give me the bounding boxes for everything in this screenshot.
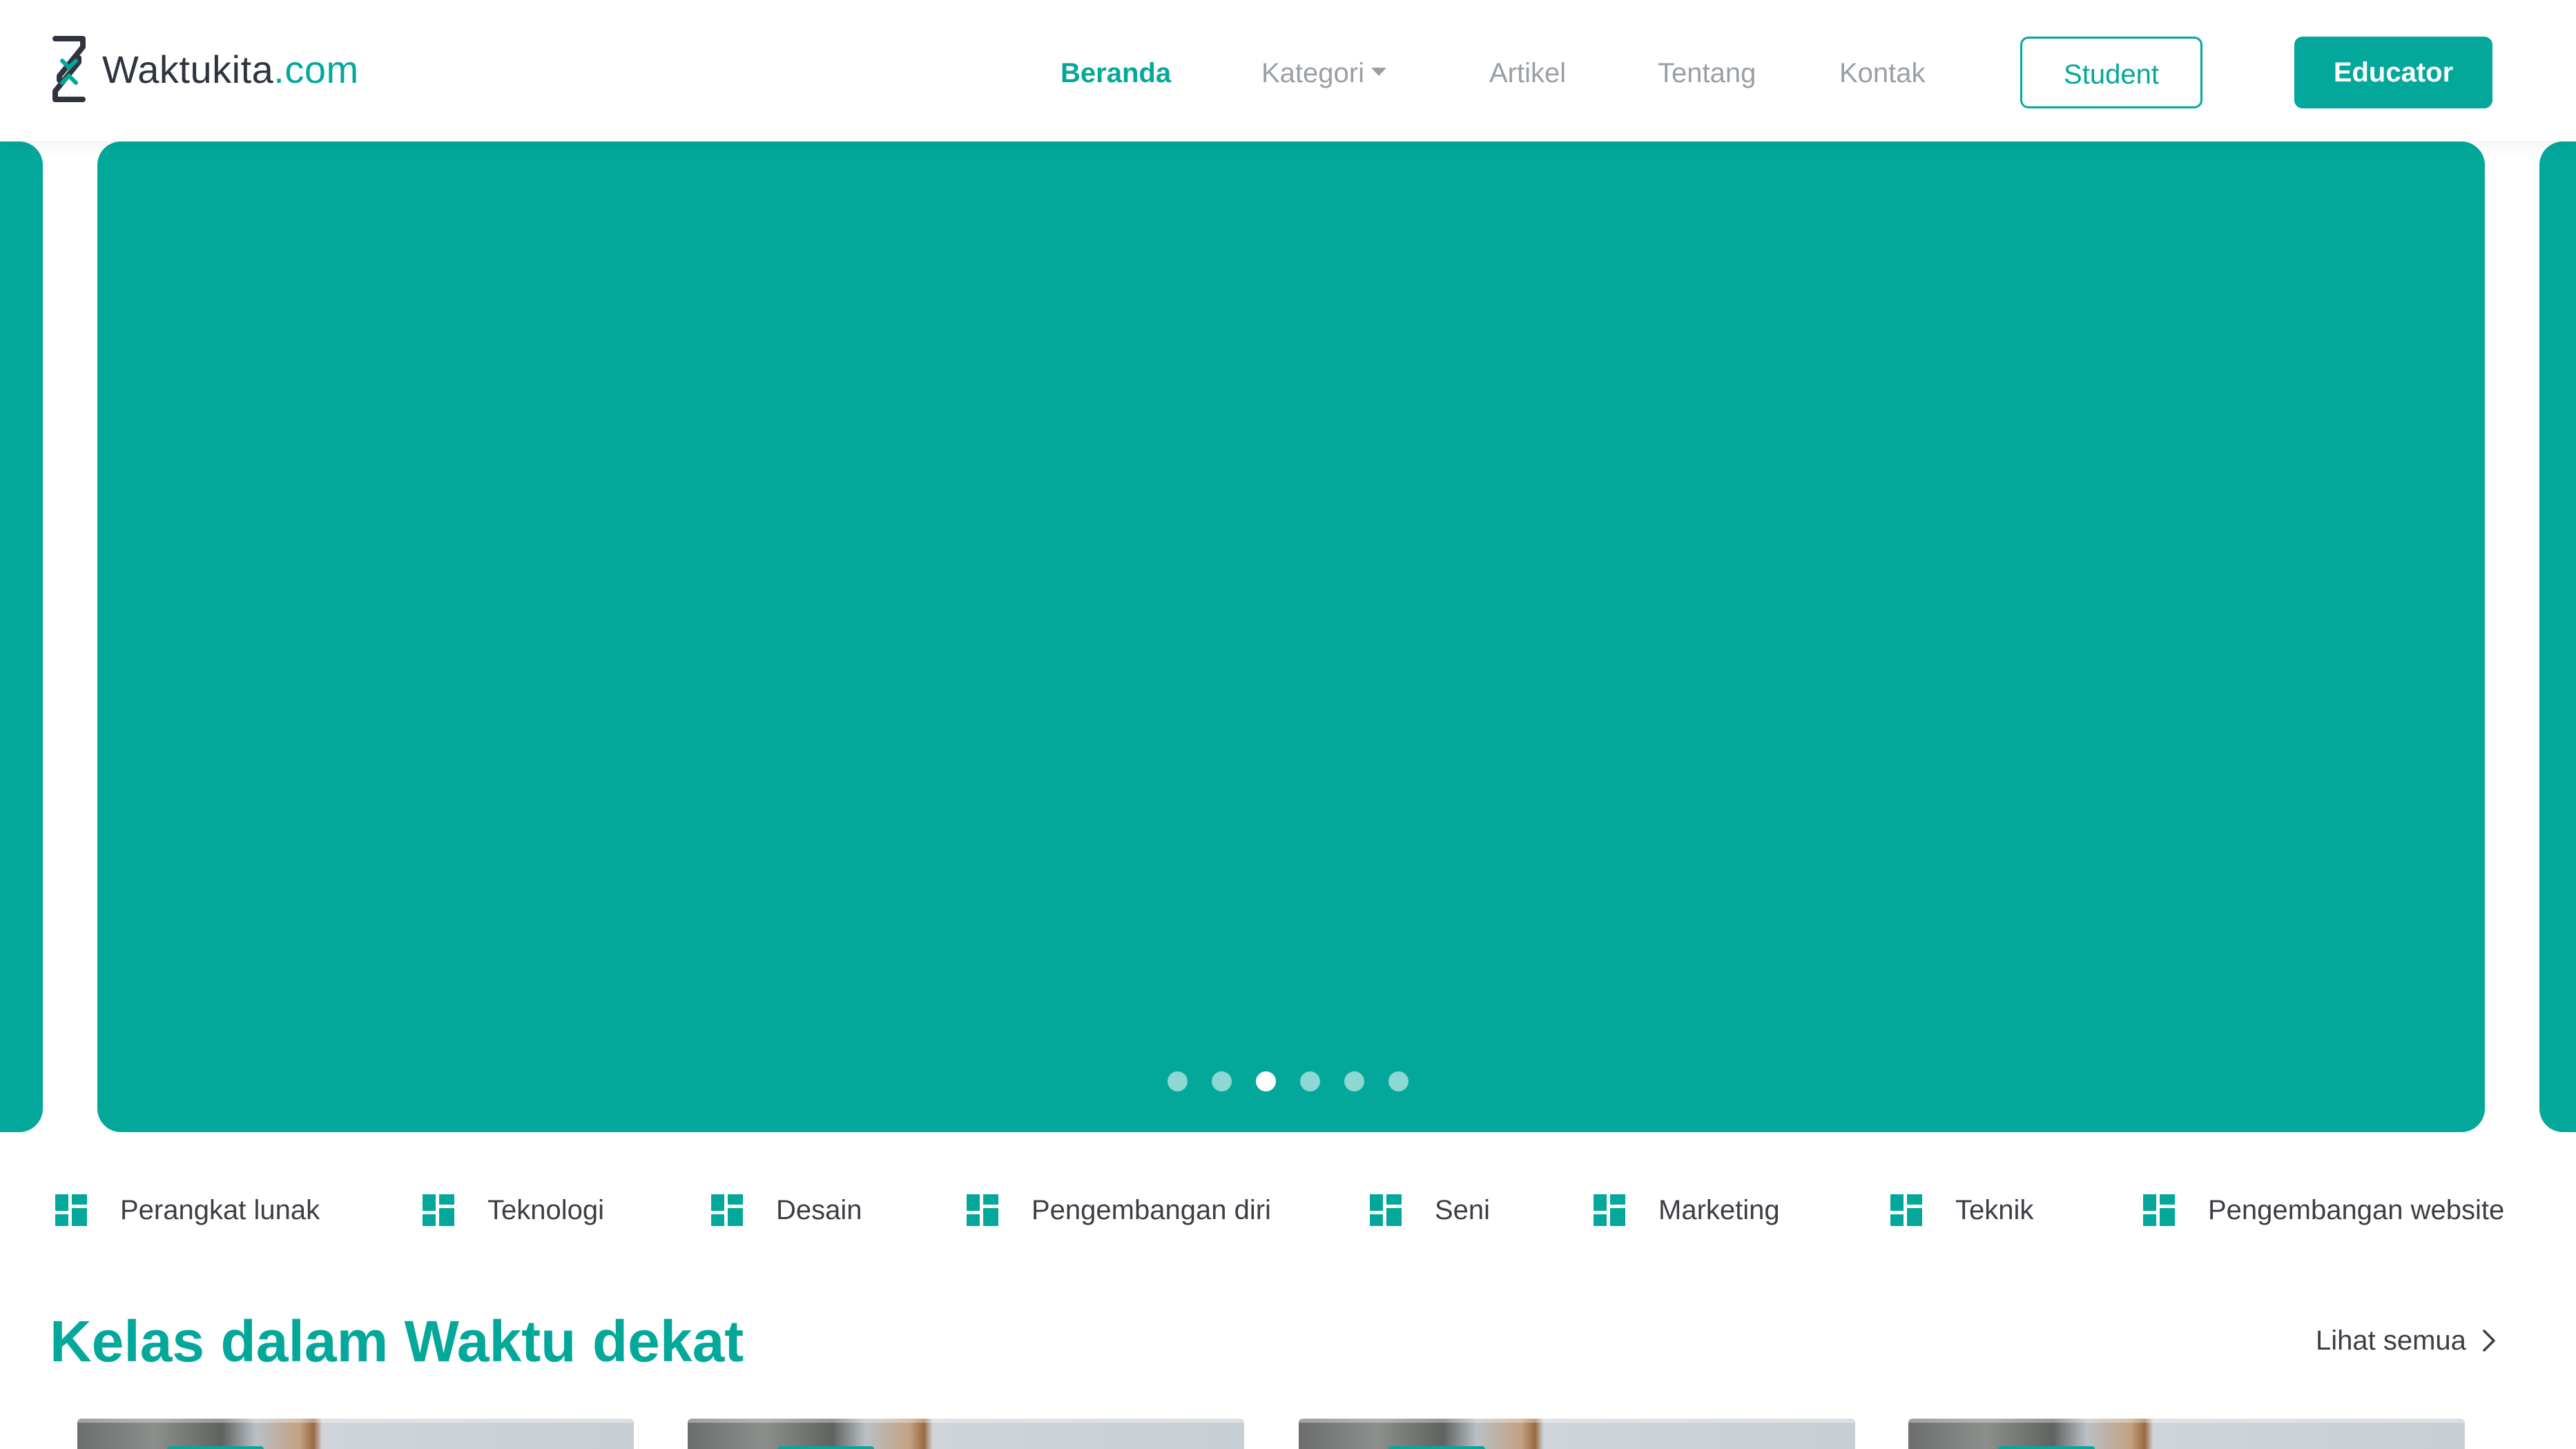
carousel-dot-4[interactable] xyxy=(1300,1071,1320,1091)
grid-icon xyxy=(967,1194,998,1226)
caret-down-icon xyxy=(1371,68,1386,77)
category-label: Desain xyxy=(776,1194,862,1225)
page: Waktukita.com Beranda Kategori Artikel T… xyxy=(0,0,2576,1449)
category-seni[interactable]: Seni xyxy=(1370,1187,1490,1233)
nav-link-tentang[interactable]: Tentang xyxy=(1658,52,1756,94)
logo-tld: .com xyxy=(273,47,359,91)
carousel-dot-1[interactable] xyxy=(1168,1071,1188,1091)
see-all-link[interactable]: Lihat semua xyxy=(2316,1320,2498,1361)
class-card[interactable] xyxy=(688,1419,1244,1449)
category-pengembangan-website[interactable]: Pengembangan website xyxy=(2143,1187,2504,1233)
grid-icon xyxy=(2143,1194,2175,1226)
category-label: Pengembangan diri xyxy=(1032,1194,1271,1225)
grid-icon xyxy=(423,1194,454,1226)
carousel-next-slide[interactable] xyxy=(2539,142,2576,1132)
logo-name: Waktukita xyxy=(102,47,274,91)
grid-icon xyxy=(1370,1194,1402,1226)
class-card[interactable] xyxy=(1908,1419,2465,1449)
category-label: Pengembangan website xyxy=(2208,1194,2505,1225)
category-label: Perangkat lunak xyxy=(120,1194,320,1225)
category-pengembangan-diri[interactable]: Pengembangan diri xyxy=(967,1187,1271,1233)
nav-link-beranda[interactable]: Beranda xyxy=(1061,52,1171,94)
see-all-label: Lihat semua xyxy=(2316,1325,2466,1356)
category-perangkat-lunak[interactable]: Perangkat lunak xyxy=(55,1187,320,1233)
class-card-badge xyxy=(167,1446,264,1449)
grid-icon xyxy=(1594,1194,1625,1226)
carousel-prev-slide[interactable] xyxy=(0,142,43,1132)
logo-icon xyxy=(52,36,86,102)
nav-link-kategori-label: Kategori xyxy=(1261,58,1364,88)
chevron-right-icon xyxy=(2483,1330,2495,1352)
logo-text: Waktukita.com xyxy=(102,47,359,92)
grid-icon xyxy=(55,1194,87,1226)
carousel-dot-5[interactable] xyxy=(1344,1071,1364,1091)
class-card[interactable] xyxy=(77,1419,634,1449)
nav-link-kontak[interactable]: Kontak xyxy=(1839,52,1926,94)
category-marketing[interactable]: Marketing xyxy=(1594,1187,1780,1233)
carousel-dot-3[interactable] xyxy=(1256,1071,1276,1091)
logo[interactable]: Waktukita.com xyxy=(46,35,359,104)
nav-link-artikel[interactable]: Artikel xyxy=(1489,52,1566,94)
category-desain[interactable]: Desain xyxy=(711,1187,862,1233)
class-card-badge xyxy=(777,1446,874,1449)
carousel-dot-6[interactable] xyxy=(1388,1071,1408,1091)
category-teknik[interactable]: Teknik xyxy=(1890,1187,2033,1233)
navbar: Waktukita.com Beranda Kategori Artikel T… xyxy=(0,0,2576,141)
category-teknologi[interactable]: Teknologi xyxy=(423,1187,604,1233)
category-label: Teknologi xyxy=(487,1194,605,1225)
carousel-dot-2[interactable] xyxy=(1212,1071,1232,1091)
carousel-dots xyxy=(0,1071,2576,1091)
class-card[interactable] xyxy=(1299,1419,1855,1449)
class-card-badge xyxy=(1388,1446,1485,1449)
category-label: Seni xyxy=(1435,1194,1491,1225)
carousel-slide[interactable] xyxy=(97,142,2485,1132)
category-label: Teknik xyxy=(1955,1194,2034,1225)
nav-link-kategori[interactable]: Kategori xyxy=(1261,52,1386,94)
student-button[interactable]: Student xyxy=(2020,37,2202,108)
educator-button[interactable]: Educator xyxy=(2294,37,2492,108)
grid-icon xyxy=(1890,1194,1922,1226)
section-title: Kelas dalam Waktu dekat xyxy=(50,1309,744,1374)
class-card-badge xyxy=(1998,1446,2095,1449)
category-label: Marketing xyxy=(1658,1194,1780,1225)
grid-icon xyxy=(711,1194,743,1226)
